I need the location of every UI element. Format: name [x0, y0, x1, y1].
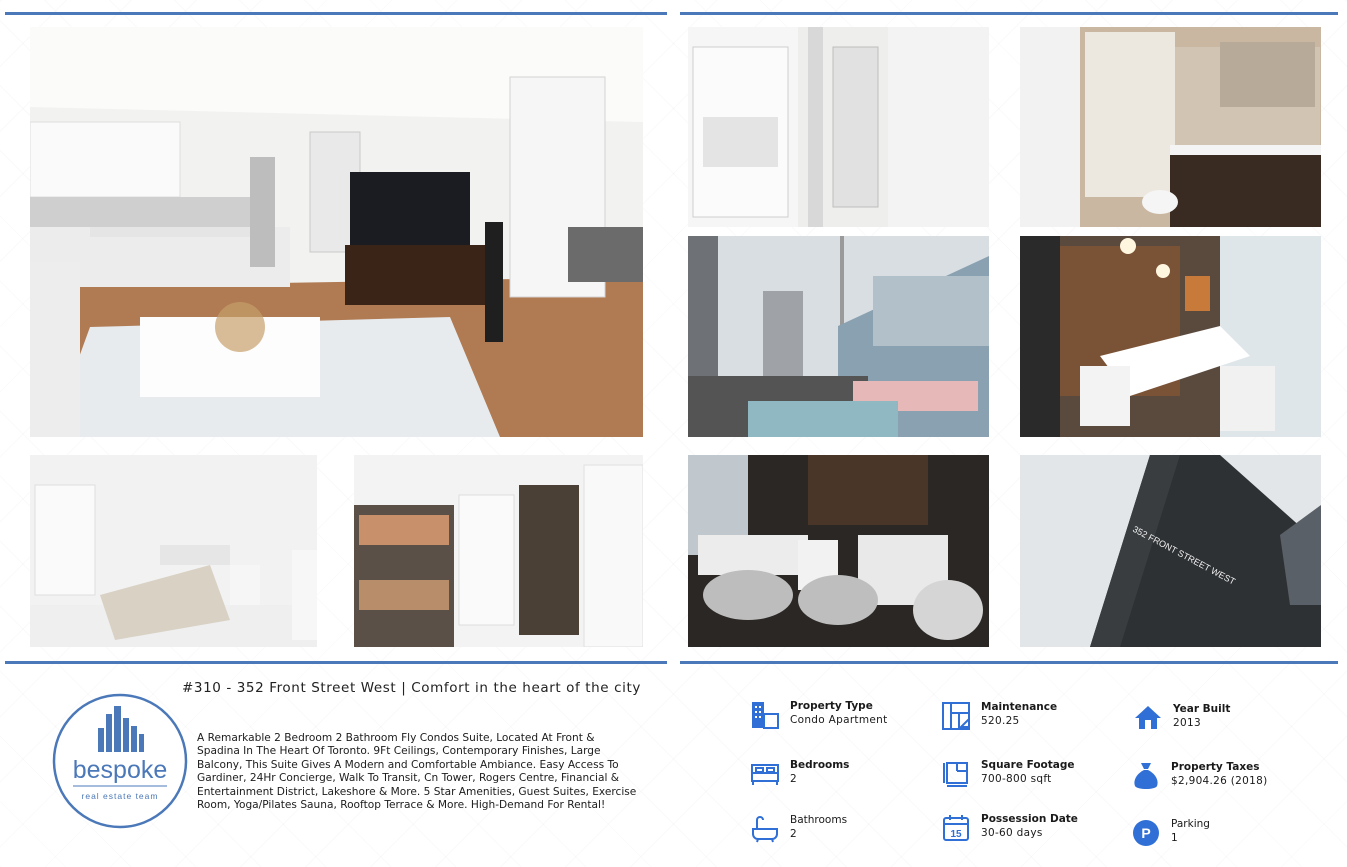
logo-name: bespoke: [73, 756, 168, 784]
fact-value: Condo Apartment: [790, 714, 888, 726]
bathroom-photo: [1020, 27, 1321, 227]
logo-tagline: real estate team: [82, 791, 159, 801]
floorplan-icon: [941, 759, 971, 789]
top-rule-left: [5, 12, 667, 15]
bespoke-logo: bespoke real estate team: [51, 692, 189, 830]
bottom-rule-left: [5, 661, 667, 664]
fact-value: 520.25: [981, 715, 1020, 727]
fact-value: 2: [790, 828, 797, 840]
listing-headline: #310 - 352 Front Street West | Comfort i…: [182, 680, 641, 696]
rooftop-terrace-photo: [688, 236, 989, 437]
laundry-photo: [688, 27, 989, 227]
calendar-icon: 15: [941, 813, 971, 843]
fact-value: 1: [1171, 832, 1178, 844]
living-room-photo: [30, 27, 643, 437]
fact-label: Parking: [1171, 818, 1210, 830]
fact-value: 2013: [1173, 717, 1201, 729]
fact-label: Property Taxes: [1171, 761, 1260, 773]
fact-label: Bathrooms: [790, 814, 848, 826]
den-photo: [354, 455, 643, 647]
money-bag-icon: [1131, 761, 1161, 791]
blueprint-icon: [941, 701, 971, 731]
fact-label: Possession Date: [981, 813, 1078, 825]
building-icon: [750, 700, 780, 730]
fact-value: 2: [790, 773, 797, 785]
listing-description: A Remarkable 2 Bedroom 2 Bathroom Fly Co…: [197, 732, 637, 812]
bathtub-icon: [750, 814, 780, 844]
building-exterior-photo: 352 FRONT STREET WEST: [1020, 455, 1321, 647]
fact-value: 700-800 sqft: [981, 773, 1052, 785]
fact-label: Maintenance: [981, 701, 1058, 713]
party-room-photo: [1020, 236, 1321, 437]
calendar-day: 15: [950, 829, 962, 840]
parking-icon: P: [1131, 818, 1161, 848]
fact-label: Property Type: [790, 700, 873, 712]
house-icon: [1133, 703, 1163, 733]
bottom-rule-right: [680, 661, 1338, 664]
fact-value: 30-60 days: [981, 827, 1043, 839]
parking-letter: P: [1141, 825, 1150, 841]
fact-label: Square Footage: [981, 759, 1075, 771]
bed-icon: [750, 759, 780, 789]
lounge-photo: [688, 455, 989, 647]
fact-label: Year Built: [1173, 703, 1231, 715]
fact-value: $2,904.26 (2018): [1171, 775, 1268, 787]
top-rule-right: [680, 12, 1338, 15]
bedroom-photo: [30, 455, 317, 647]
fact-label: Bedrooms: [790, 759, 850, 771]
